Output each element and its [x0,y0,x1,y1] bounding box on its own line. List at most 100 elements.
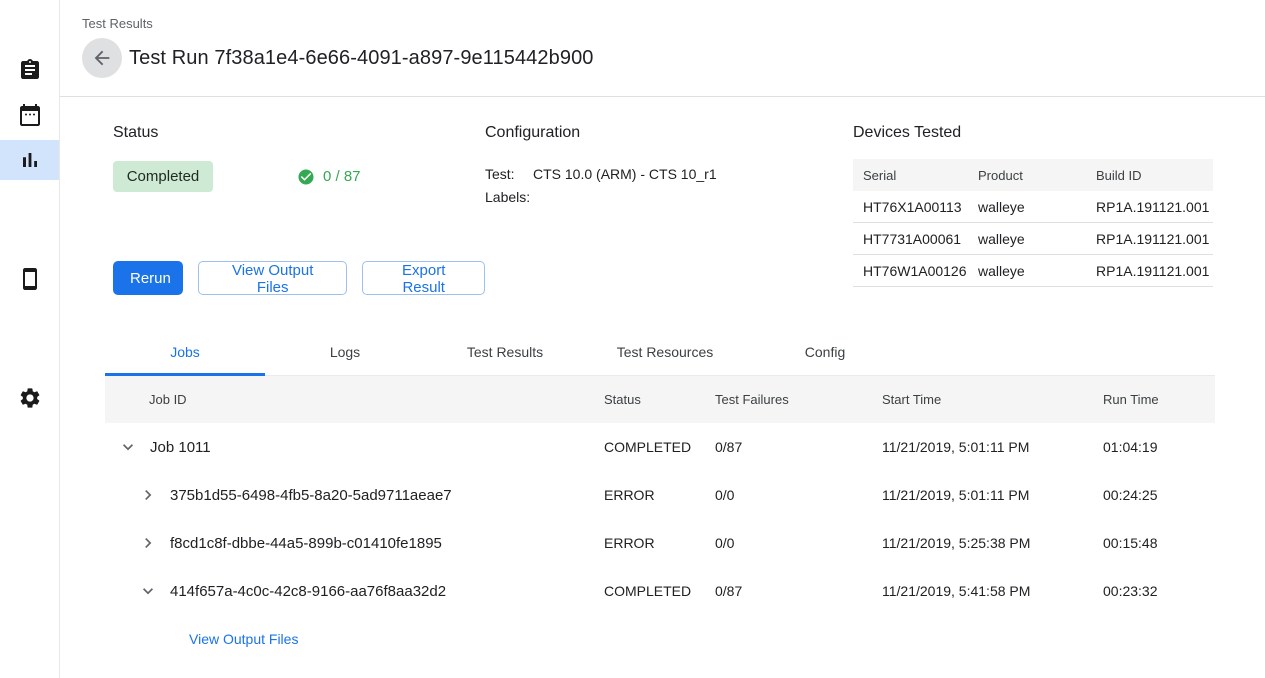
devices-col-build: Build ID [1086,168,1213,183]
device-build-id: RP1A.191121.001 [1086,199,1213,215]
attempt-start-time: 11/21/2019, 5:25:38 PM [882,535,1103,551]
sidebar-item-test-results[interactable] [0,140,59,180]
job-id: Job 1011 [150,439,211,456]
configuration-section: Configuration Test: CTS 10.0 (ARM) - CTS… [485,124,853,295]
summary-section: Status Completed 0 / 87 Rerun View Outpu… [109,124,1219,295]
check-circle-icon [297,168,315,186]
arrow-back-icon [91,47,113,69]
tab-test-resources[interactable]: Test Resources [585,328,745,375]
attempt-test-failures: 0/0 [715,535,882,551]
status-heading: Status [113,124,485,142]
view-output-files-link[interactable]: View Output Files [189,631,298,647]
action-buttons: Rerun View Output Files Export Result [113,261,485,295]
tab-bar: Jobs Logs Test Results Test Resources Co… [105,328,1215,376]
jobs-col-start-time: Start Time [882,392,1103,407]
job-start-time: 11/21/2019, 5:01:11 PM [882,439,1103,455]
view-output-files-button[interactable]: View Output Files [198,261,347,295]
sidebar-item-devices[interactable] [0,259,59,299]
failure-summary: 0 / 87 [297,168,361,186]
chevron-right-icon [138,485,158,505]
attempt-id: 414f657a-4c0c-42c8-9166-aa76f8aa32d2 [170,583,446,600]
configuration-heading: Configuration [485,124,853,142]
page-header: Test Results Test Run 7f38a1e4-6e66-4091… [60,0,1265,97]
devices-table: Serial Product Build ID HT76X1A00113 wal… [853,159,1213,287]
export-result-button[interactable]: Export Result [362,261,485,295]
attempt-status: COMPLETED [604,583,715,599]
config-labels-value [533,189,853,205]
job-test-failures: 0/87 [715,439,882,455]
attempt-detail-row: View Output Files [105,615,1215,663]
job-attempt-row: f8cd1c8f-dbbe-44a5-899b-c01410fe1895 ERR… [105,519,1215,567]
status-section: Status Completed 0 / 87 Rerun View Outpu… [113,124,485,295]
sidebar-item-settings[interactable] [0,378,59,418]
devices-col-serial: Serial [853,168,968,183]
device-product: walleye [968,199,1086,215]
jobs-col-status: Status [604,392,715,407]
devices-col-product: Product [968,168,1086,183]
assignment-icon [18,58,42,82]
jobs-table: Job ID Status Test Failures Start Time R… [105,376,1215,663]
device-product: walleye [968,263,1086,279]
tab-jobs[interactable]: Jobs [105,328,265,375]
failure-count: 0 / 87 [323,168,361,185]
attempt-run-time: 00:24:25 [1103,487,1215,503]
device-serial: HT76W1A00126 [853,263,968,279]
job-run-time: 01:04:19 [1103,439,1215,455]
jobs-col-run-time: Run Time [1103,392,1215,407]
back-button[interactable] [82,38,122,78]
attempt-start-time: 11/21/2019, 5:01:11 PM [882,487,1103,503]
status-line: Completed 0 / 87 [113,161,485,192]
job-attempt-row: 375b1d55-6498-4fb5-8a20-5ad9711aeae7 ERR… [105,471,1215,519]
attempt-run-time: 00:15:48 [1103,535,1215,551]
attempt-status: ERROR [604,487,715,503]
rerun-button[interactable]: Rerun [113,261,183,295]
attempt-id: f8cd1c8f-dbbe-44a5-899b-c01410fe1895 [170,535,442,552]
config-test-label: Test: [485,166,533,182]
tab-test-results[interactable]: Test Results [425,328,585,375]
sidebar-item-schedule[interactable] [0,95,59,135]
expand-attempt-button[interactable] [138,533,158,553]
collapse-attempt-button[interactable] [138,581,158,601]
main-area: Test Results Test Run 7f38a1e4-6e66-4091… [60,0,1265,678]
title-row: Test Run 7f38a1e4-6e66-4091-a897-9e11544… [82,38,1265,78]
collapse-job-button[interactable] [118,437,138,457]
attempt-test-failures: 0/87 [715,583,882,599]
status-badge: Completed [113,161,213,192]
jobs-table-header: Job ID Status Test Failures Start Time R… [105,376,1215,423]
chevron-down-icon [138,581,158,601]
chevron-down-icon [118,437,138,457]
device-product: walleye [968,231,1086,247]
content: Status Completed 0 / 87 Rerun View Outpu… [60,97,1265,663]
tab-logs[interactable]: Logs [265,328,425,375]
device-build-id: RP1A.191121.001 [1086,231,1213,247]
breadcrumb: Test Results [82,16,1265,31]
attempt-start-time: 11/21/2019, 5:41:58 PM [882,583,1103,599]
device-row: HT7731A00061 walleye RP1A.191121.001 [853,223,1213,255]
calendar-icon [18,103,42,127]
jobs-col-test-failures: Test Failures [715,392,882,407]
job-attempt-row: 414f657a-4c0c-42c8-9166-aa76f8aa32d2 COM… [105,567,1215,615]
sidebar [0,0,60,678]
device-row: HT76X1A00113 walleye RP1A.191121.001 [853,191,1213,223]
gear-icon [18,386,42,410]
chevron-right-icon [138,533,158,553]
device-serial: HT7731A00061 [853,231,968,247]
device-build-id: RP1A.191121.001 [1086,263,1213,279]
attempt-run-time: 00:23:32 [1103,583,1215,599]
job-row: Job 1011 COMPLETED 0/87 11/21/2019, 5:01… [105,423,1215,471]
job-status: COMPLETED [604,439,715,455]
devices-heading: Devices Tested [853,124,1213,142]
configuration-details: Test: CTS 10.0 (ARM) - CTS 10_r1 Labels: [485,166,853,205]
attempt-status: ERROR [604,535,715,551]
config-test-value: CTS 10.0 (ARM) - CTS 10_r1 [533,166,853,182]
device-serial: HT76X1A00113 [853,199,968,215]
attempt-test-failures: 0/0 [715,487,882,503]
expand-attempt-button[interactable] [138,485,158,505]
tab-config[interactable]: Config [745,328,905,375]
smartphone-icon [18,267,42,291]
attempt-id: 375b1d55-6498-4fb5-8a20-5ad9711aeae7 [170,487,452,504]
app-root: Test Results Test Run 7f38a1e4-6e66-4091… [0,0,1265,678]
sidebar-item-test-plans[interactable] [0,50,59,90]
page-title: Test Run 7f38a1e4-6e66-4091-a897-9e11544… [129,47,594,70]
config-labels-label: Labels: [485,189,533,205]
